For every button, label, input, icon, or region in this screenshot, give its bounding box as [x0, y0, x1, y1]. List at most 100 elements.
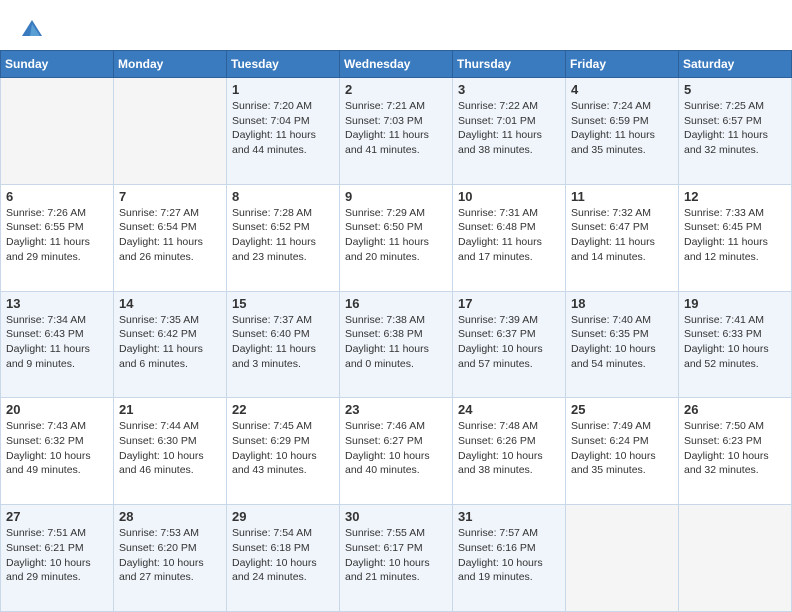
calendar-cell: 31 Sunrise: 7:57 AMSunset: 6:16 PMDayligh… [453, 505, 566, 612]
day-info: Sunrise: 7:55 AMSunset: 6:17 PMDaylight:… [345, 526, 447, 585]
day-number: 25 [571, 402, 673, 417]
day-number: 3 [458, 82, 560, 97]
calendar-cell: 11Sunrise: 7:32 AMSunset: 6:47 PMDayligh… [566, 184, 679, 291]
calendar-week-row: 27 Sunrise: 7:51 AMSunset: 6:21 PMDayligh… [1, 505, 792, 612]
calendar-cell: 17 Sunrise: 7:39 AMSunset: 6:37 PMDayligh… [453, 291, 566, 398]
calendar-cell: 3 Sunrise: 7:22 AMSunset: 7:01 PMDaylight… [453, 78, 566, 185]
day-number: 14 [119, 296, 221, 311]
calendar-week-row: 13 Sunrise: 7:34 AMSunset: 6:43 PMDayligh… [1, 291, 792, 398]
calendar-cell: 2 Sunrise: 7:21 AMSunset: 7:03 PMDaylight… [340, 78, 453, 185]
day-info: Sunrise: 7:29 AMSunset: 6:50 PMDaylight:… [345, 206, 447, 265]
calendar-cell: 5 Sunrise: 7:25 AMSunset: 6:57 PMDaylight… [679, 78, 792, 185]
day-number: 26 [684, 402, 786, 417]
day-info: Sunrise: 7:34 AMSunset: 6:43 PMDaylight:… [6, 313, 108, 372]
day-number: 27 [6, 509, 108, 524]
day-number: 8 [232, 189, 334, 204]
calendar-cell [566, 505, 679, 612]
day-number: 5 [684, 82, 786, 97]
day-info: Sunrise: 7:48 AMSunset: 6:26 PMDaylight:… [458, 419, 560, 478]
day-info: Sunrise: 7:21 AMSunset: 7:03 PMDaylight:… [345, 99, 447, 158]
day-info: Sunrise: 7:44 AMSunset: 6:30 PMDaylight:… [119, 419, 221, 478]
calendar-cell: 9 Sunrise: 7:29 AMSunset: 6:50 PMDaylight… [340, 184, 453, 291]
day-info: Sunrise: 7:20 AMSunset: 7:04 PMDaylight:… [232, 99, 334, 158]
calendar-cell: 14 Sunrise: 7:35 AMSunset: 6:42 PMDayligh… [114, 291, 227, 398]
day-info: Sunrise: 7:35 AMSunset: 6:42 PMDaylight:… [119, 313, 221, 372]
calendar-table: SundayMondayTuesdayWednesdayThursdayFrid… [0, 50, 792, 612]
day-info: Sunrise: 7:50 AMSunset: 6:23 PMDaylight:… [684, 419, 786, 478]
header [0, 0, 792, 50]
calendar-cell: 29Sunrise: 7:54 AMSunset: 6:18 PMDayligh… [227, 505, 340, 612]
weekday-header-thursday: Thursday [453, 51, 566, 78]
day-number: 30 [345, 509, 447, 524]
logo-text [18, 18, 44, 40]
calendar-cell: 27 Sunrise: 7:51 AMSunset: 6:21 PMDayligh… [1, 505, 114, 612]
day-info: Sunrise: 7:41 AMSunset: 6:33 PMDaylight:… [684, 313, 786, 372]
day-number: 15 [232, 296, 334, 311]
day-number: 28 [119, 509, 221, 524]
calendar-week-row: 20 Sunrise: 7:43 AMSunset: 6:32 PMDayligh… [1, 398, 792, 505]
day-number: 2 [345, 82, 447, 97]
calendar-cell: 20 Sunrise: 7:43 AMSunset: 6:32 PMDayligh… [1, 398, 114, 505]
day-number: 31 [458, 509, 560, 524]
weekday-header-monday: Monday [114, 51, 227, 78]
day-number: 23 [345, 402, 447, 417]
day-number: 17 [458, 296, 560, 311]
day-info: Sunrise: 7:38 AMSunset: 6:38 PMDaylight:… [345, 313, 447, 372]
weekday-header-wednesday: Wednesday [340, 51, 453, 78]
weekday-header-tuesday: Tuesday [227, 51, 340, 78]
day-info: Sunrise: 7:51 AMSunset: 6:21 PMDaylight:… [6, 526, 108, 585]
day-number: 7 [119, 189, 221, 204]
day-info: Sunrise: 7:39 AMSunset: 6:37 PMDaylight:… [458, 313, 560, 372]
calendar-cell: 15Sunrise: 7:37 AMSunset: 6:40 PMDayligh… [227, 291, 340, 398]
calendar-cell [1, 78, 114, 185]
logo [18, 18, 44, 40]
day-info: Sunrise: 7:53 AMSunset: 6:20 PMDaylight:… [119, 526, 221, 585]
weekday-header-sunday: Sunday [1, 51, 114, 78]
day-info: Sunrise: 7:54 AMSunset: 6:18 PMDaylight:… [232, 526, 334, 585]
day-info: Sunrise: 7:43 AMSunset: 6:32 PMDaylight:… [6, 419, 108, 478]
page: SundayMondayTuesdayWednesdayThursdayFrid… [0, 0, 792, 612]
day-number: 24 [458, 402, 560, 417]
weekday-header-saturday: Saturday [679, 51, 792, 78]
calendar-cell [114, 78, 227, 185]
calendar-cell: 22 Sunrise: 7:45 AMSunset: 6:29 PMDayligh… [227, 398, 340, 505]
day-number: 18 [571, 296, 673, 311]
day-info: Sunrise: 7:45 AMSunset: 6:29 PMDaylight:… [232, 419, 334, 478]
day-number: 20 [6, 402, 108, 417]
day-number: 9 [345, 189, 447, 204]
calendar-cell: 4Sunrise: 7:24 AMSunset: 6:59 PMDaylight… [566, 78, 679, 185]
day-info: Sunrise: 7:26 AMSunset: 6:55 PMDaylight:… [6, 206, 108, 265]
calendar-week-row: 1 Sunrise: 7:20 AMSunset: 7:04 PMDaylight… [1, 78, 792, 185]
day-number: 10 [458, 189, 560, 204]
calendar-cell: 19 Sunrise: 7:41 AMSunset: 6:33 PMDayligh… [679, 291, 792, 398]
day-number: 12 [684, 189, 786, 204]
day-info: Sunrise: 7:49 AMSunset: 6:24 PMDaylight:… [571, 419, 673, 478]
calendar-cell: 26 Sunrise: 7:50 AMSunset: 6:23 PMDayligh… [679, 398, 792, 505]
calendar-cell: 12Sunrise: 7:33 AMSunset: 6:45 PMDayligh… [679, 184, 792, 291]
day-number: 16 [345, 296, 447, 311]
calendar-cell: 24 Sunrise: 7:48 AMSunset: 6:26 PMDayligh… [453, 398, 566, 505]
day-info: Sunrise: 7:40 AMSunset: 6:35 PMDaylight:… [571, 313, 673, 372]
day-number: 19 [684, 296, 786, 311]
logo-icon [20, 18, 44, 40]
calendar-cell: 1 Sunrise: 7:20 AMSunset: 7:04 PMDaylight… [227, 78, 340, 185]
day-info: Sunrise: 7:24 AMSunset: 6:59 PMDaylight:… [571, 99, 673, 158]
day-info: Sunrise: 7:57 AMSunset: 6:16 PMDaylight:… [458, 526, 560, 585]
calendar-cell: 25 Sunrise: 7:49 AMSunset: 6:24 PMDayligh… [566, 398, 679, 505]
calendar-week-row: 6Sunrise: 7:26 AMSunset: 6:55 PMDaylight… [1, 184, 792, 291]
weekday-header-friday: Friday [566, 51, 679, 78]
day-number: 22 [232, 402, 334, 417]
calendar-cell: 28 Sunrise: 7:53 AMSunset: 6:20 PMDayligh… [114, 505, 227, 612]
day-number: 21 [119, 402, 221, 417]
day-info: Sunrise: 7:28 AMSunset: 6:52 PMDaylight:… [232, 206, 334, 265]
day-info: Sunrise: 7:25 AMSunset: 6:57 PMDaylight:… [684, 99, 786, 158]
day-number: 1 [232, 82, 334, 97]
day-info: Sunrise: 7:32 AMSunset: 6:47 PMDaylight:… [571, 206, 673, 265]
calendar-cell: 30 Sunrise: 7:55 AMSunset: 6:17 PMDayligh… [340, 505, 453, 612]
day-info: Sunrise: 7:22 AMSunset: 7:01 PMDaylight:… [458, 99, 560, 158]
calendar-cell: 8 Sunrise: 7:28 AMSunset: 6:52 PMDaylight… [227, 184, 340, 291]
calendar-cell: 23Sunrise: 7:46 AMSunset: 6:27 PMDayligh… [340, 398, 453, 505]
calendar-cell: 7Sunrise: 7:27 AMSunset: 6:54 PMDaylight… [114, 184, 227, 291]
day-number: 13 [6, 296, 108, 311]
calendar-cell: 6Sunrise: 7:26 AMSunset: 6:55 PMDaylight… [1, 184, 114, 291]
